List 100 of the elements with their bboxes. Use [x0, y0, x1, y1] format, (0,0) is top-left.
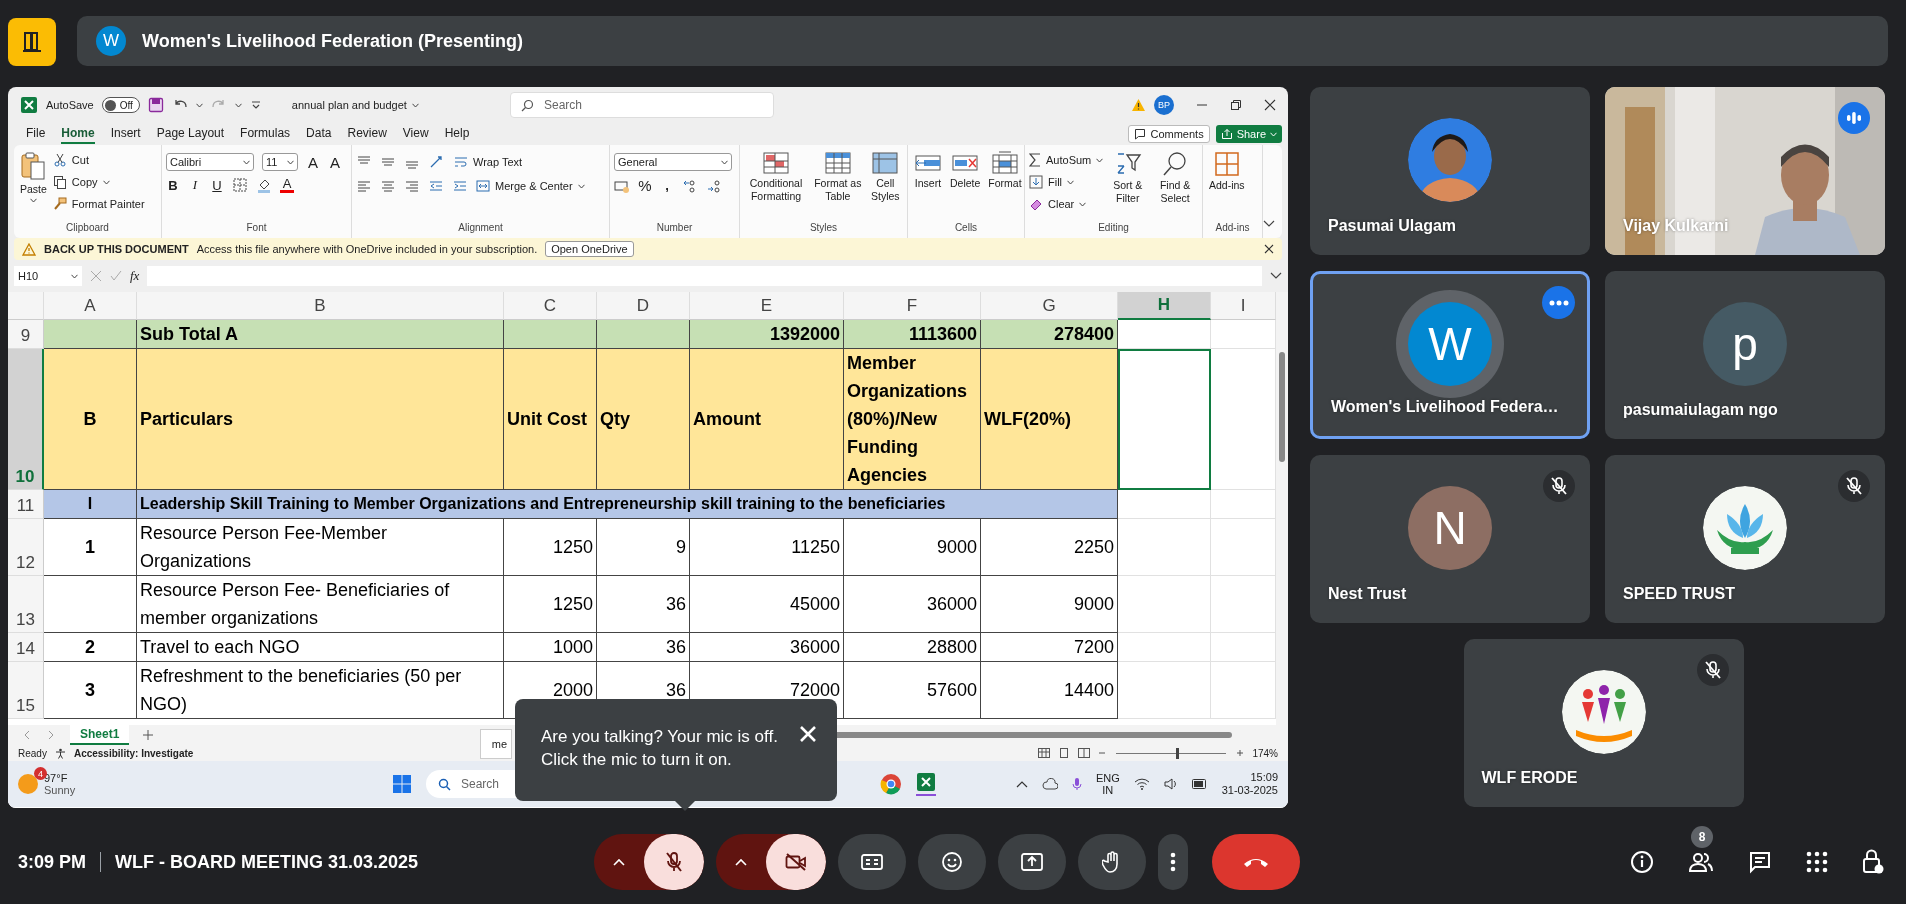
menu-tab[interactable]: Insert — [110, 124, 141, 144]
comma-style-button[interactable]: , — [660, 178, 674, 193]
accessibility-button[interactable]: Accessibility: Investigate — [73, 747, 194, 759]
group-label: Styles — [808, 222, 839, 235]
decrease-font-button[interactable]: A — [328, 153, 342, 171]
font-name-dropdown[interactable]: Calibri — [166, 153, 254, 171]
table-cell: 1113600 — [844, 320, 981, 349]
comments-button[interactable]: Comments — [1128, 125, 1210, 143]
group-label: Editing — [1097, 222, 1130, 235]
sheet-tab[interactable]: Sheet1 — [70, 725, 130, 745]
conditional-formatting-button[interactable]: Conditional Formatting — [744, 149, 808, 205]
cut-button[interactable]: Cut — [52, 151, 145, 169]
row-header[interactable]: 13 — [8, 576, 44, 633]
menu-tab[interactable]: File — [26, 124, 46, 144]
merge-center-button[interactable]: Merge & Center — [476, 177, 585, 195]
search-field[interactable]: Search — [510, 92, 774, 118]
row-header[interactable]: 10 — [8, 349, 44, 490]
file-name[interactable]: annual plan and budget — [291, 99, 419, 111]
function-button[interactable]: fx — [130, 268, 140, 284]
table-cell: 9 — [597, 519, 690, 576]
find-select-button[interactable]: Find & Select — [1152, 149, 1198, 207]
participant-tile[interactable]: WLF ERODE — [1463, 639, 1744, 807]
table-cell: 278400 — [981, 320, 1118, 349]
clear-button[interactable]: Clear — [1029, 195, 1104, 213]
paste-button[interactable]: Paste — [18, 149, 49, 205]
participant-name: pasumaiulagam ngo — [1623, 401, 1778, 419]
column-header[interactable]: E — [690, 292, 844, 320]
participant-tile[interactable]: p pasumaiulagam ngo — [1605, 271, 1885, 439]
table-cell: Amount — [690, 349, 844, 490]
menu-tab[interactable]: Help — [444, 124, 470, 144]
row-header[interactable]: 15 — [8, 662, 44, 719]
delete-button[interactable]: Delete — [948, 149, 983, 192]
language[interactable]: ENG — [1095, 772, 1120, 784]
menu-tab[interactable]: Review — [347, 124, 387, 144]
menu-tab[interactable]: Formulas — [240, 124, 291, 144]
column-header[interactable]: B — [137, 292, 504, 320]
menu-tab[interactable]: Page Layout — [156, 124, 225, 144]
table-cell: 45000 — [690, 576, 844, 633]
autosum-button[interactable]: AutoSum — [1029, 151, 1104, 169]
bold-button[interactable]: B — [166, 177, 180, 193]
sort-filter-button[interactable]: Sort & Filter — [1107, 149, 1149, 207]
share-button[interactable]: Share — [1215, 125, 1282, 143]
table-cell: B — [44, 349, 137, 490]
participant-tile[interactable]: Pasumai Ulagam — [1310, 87, 1590, 255]
menu-tab[interactable]: View — [402, 124, 429, 144]
popup-fragment: me — [480, 729, 512, 759]
autosave-toggle[interactable]: Off — [101, 97, 140, 113]
fill-button[interactable]: Fill — [1029, 173, 1104, 191]
weather-text: Sunny — [44, 784, 76, 796]
menu-tab[interactable]: Data — [306, 124, 332, 144]
table-cell: 36000 — [844, 576, 981, 633]
zoom-level[interactable]: 174% — [1252, 747, 1278, 759]
column-header[interactable]: C — [504, 292, 597, 320]
column-header[interactable]: F — [844, 292, 981, 320]
table-cell: 57600 — [844, 662, 981, 719]
column-header[interactable]: H — [1118, 292, 1211, 320]
group-label: Clipboard — [65, 222, 110, 235]
clock-time[interactable]: 15:09 — [1250, 771, 1278, 784]
cell-styles-button[interactable]: Cell Styles — [867, 149, 903, 205]
table-cell: Travel to each NGO — [137, 633, 504, 662]
row-header[interactable]: 9 — [8, 320, 44, 349]
table-cell: 1392000 — [690, 320, 844, 349]
underline-button[interactable]: U — [210, 177, 224, 193]
participant-name: SPEED TRUST — [1623, 585, 1735, 603]
group-label: Alignment — [457, 222, 504, 235]
table-cell: Particulars — [137, 349, 504, 490]
font-color-button[interactable]: A — [280, 177, 294, 193]
insert-button[interactable]: Insert — [912, 149, 944, 192]
format-button[interactable]: Format — [986, 149, 1024, 192]
column-header[interactable]: G — [981, 292, 1118, 320]
column-header[interactable]: I — [1211, 292, 1276, 320]
add-ins-button[interactable]: Add-ins — [1207, 149, 1247, 194]
row-header[interactable]: 12 — [8, 519, 44, 576]
presenter-avatar: W — [96, 26, 126, 56]
participant-name: Nest Trust — [1328, 585, 1407, 603]
column-header[interactable]: D — [597, 292, 690, 320]
participant-tile[interactable]: SPEED TRUST — [1605, 455, 1885, 623]
participant-name: WLF ERODE — [1481, 769, 1578, 787]
italic-button[interactable]: I — [188, 177, 202, 193]
participant-tile[interactable]: N Nest Trust — [1310, 455, 1590, 623]
table-cell: WLF(20%) — [981, 349, 1118, 490]
name-box[interactable]: H10 — [14, 266, 82, 286]
region[interactable]: IN — [1102, 784, 1114, 796]
row-header[interactable]: 14 — [8, 633, 44, 662]
avatar: p — [1703, 302, 1787, 386]
open-onedrive-button[interactable]: Open OneDrive — [545, 241, 634, 257]
row-header[interactable]: 11 — [8, 490, 44, 519]
font-size-dropdown[interactable]: 11 — [262, 153, 298, 171]
wrap-text-button[interactable]: Wrap Text — [454, 153, 523, 171]
participant-tile[interactable]: W Women's Livelihood Federa… — [1310, 271, 1590, 439]
participant-count-badge: 8 — [1691, 826, 1713, 848]
account-avatar[interactable]: BP — [1154, 95, 1174, 115]
number-format-dropdown[interactable]: General — [614, 153, 732, 171]
clock-date[interactable]: 31-03-2025 — [1221, 784, 1278, 797]
format-as-table-button[interactable]: Format as Table — [812, 149, 864, 205]
copy-button[interactable]: Copy — [52, 173, 145, 191]
percent-button[interactable]: % — [638, 177, 652, 194]
column-header[interactable]: A — [44, 292, 137, 320]
format-painter-button[interactable]: Format Painter — [52, 195, 145, 213]
increase-font-button[interactable]: A — [306, 153, 320, 171]
